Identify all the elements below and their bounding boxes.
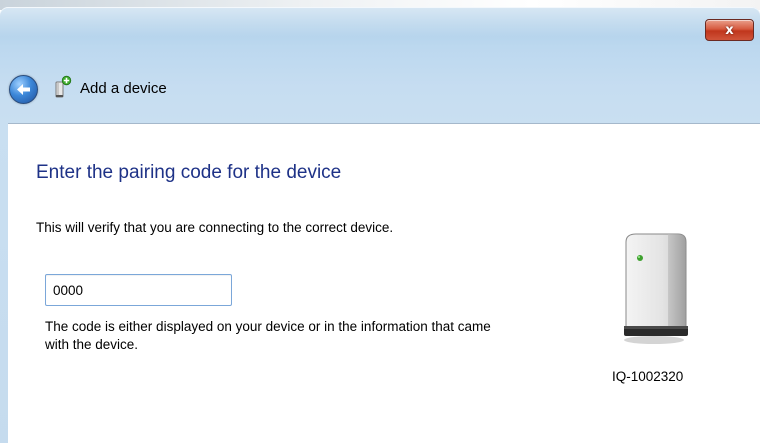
screen: x Add a device Enter the pairing code fo… [0,0,760,443]
add-device-window: x Add a device Enter the pairing code fo… [0,7,760,443]
pairing-code-input[interactable] [45,274,232,306]
close-icon: x [725,22,734,38]
back-button[interactable] [9,75,38,104]
page-heading: Enter the pairing code for the device [36,162,342,183]
instruction-text: This will verify that you are connecting… [36,220,394,235]
device-tower-icon [624,233,688,344]
help-text: The code is either displayed on your dev… [45,319,491,352]
back-arrow-icon [17,84,30,95]
device-name-label: IQ-1002320 [612,369,684,384]
window-title: Add a device [80,80,167,97]
content-pane: Enter the pairing code for the device Th… [0,123,760,443]
add-device-icon [55,75,72,98]
close-button[interactable]: x [705,19,754,41]
navigation-bar: Add a device [0,61,760,117]
